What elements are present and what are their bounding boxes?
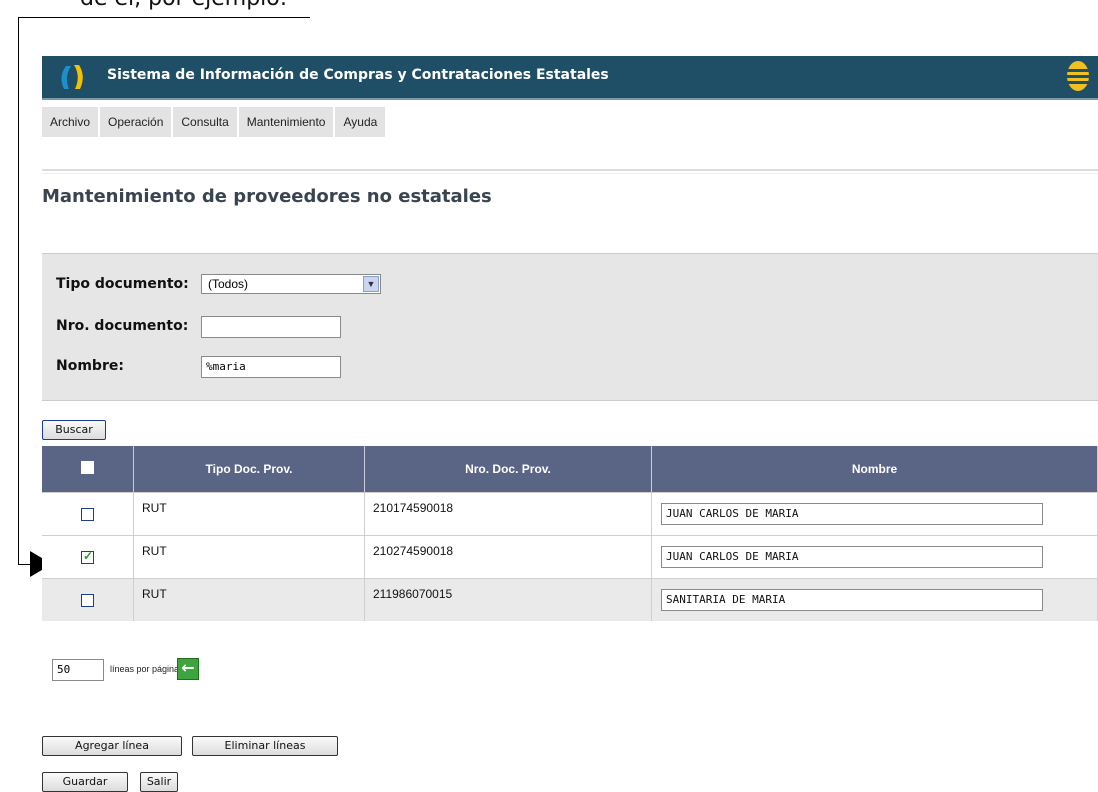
- buscar-button[interactable]: Buscar: [42, 420, 106, 440]
- nombre-cell: JUAN CARLOS DE MARIA: [651, 535, 1098, 579]
- agregar-linea-button[interactable]: Agregar línea: [42, 736, 182, 756]
- menu-ayuda[interactable]: Ayuda: [335, 107, 386, 137]
- row-checkbox-checked[interactable]: ✓: [81, 549, 94, 564]
- nombre-row-input[interactable]: SANITARIA DE MARIA: [661, 589, 1043, 611]
- checkmark-icon: ✓: [83, 549, 94, 563]
- row-select-cell: [42, 492, 134, 536]
- menu-consulta[interactable]: Consulta: [173, 107, 237, 137]
- app-logo-icon: [61, 65, 83, 89]
- nombre-header: Nombre: [651, 446, 1098, 493]
- lines-per-page-input[interactable]: 50: [52, 659, 104, 681]
- table-row: RUT 211986070015 SANITARIA DE MARIA: [42, 578, 1098, 621]
- lines-per-page-label: líneas por página: [110, 664, 180, 674]
- globe-icon: [1067, 61, 1089, 91]
- annotation-line-vertical: [18, 17, 19, 565]
- divider-secondary: [42, 173, 1098, 174]
- nombre-cell: JUAN CARLOS DE MARIA: [651, 492, 1098, 536]
- tipo-cell: RUT: [133, 535, 365, 579]
- nro-value: 210174590018: [373, 501, 454, 515]
- row-checkbox[interactable]: [81, 594, 94, 607]
- nombre-input[interactable]: %maria: [201, 356, 341, 378]
- nro-value: 211986070015: [373, 587, 453, 601]
- tipo-documento-label: Tipo documento:: [56, 276, 189, 292]
- nro-value: 210274590018: [373, 544, 454, 558]
- document-caption: de él, por ejemplo:: [80, 0, 287, 11]
- app-header: Sistema de Información de Compras y Cont…: [42, 56, 1098, 100]
- nro-doc-header: Nro. Doc. Prov.: [364, 446, 652, 493]
- table-row: RUT 210174590018 JUAN CARLOS DE MARIA: [42, 492, 1098, 536]
- divider: [42, 169, 1098, 171]
- eliminar-lineas-button[interactable]: Eliminar líneas: [192, 736, 338, 756]
- app-title: Sistema de Información de Compras y Cont…: [107, 67, 609, 83]
- row-select-cell: ✓: [42, 535, 134, 579]
- select-all-checkbox[interactable]: [81, 461, 94, 474]
- tipo-value: RUT: [142, 587, 167, 601]
- guardar-button[interactable]: Guardar: [42, 772, 128, 792]
- menu-mantenimiento[interactable]: Mantenimiento: [238, 107, 334, 137]
- tipo-cell: RUT: [133, 578, 365, 621]
- menu-bar: Archivo Operación Consulta Mantenimiento…: [42, 107, 387, 137]
- tipo-value: RUT: [142, 501, 167, 515]
- nombre-cell: SANITARIA DE MARIA: [651, 578, 1098, 621]
- menu-archivo[interactable]: Archivo: [42, 107, 99, 137]
- row-checkbox[interactable]: [81, 508, 94, 521]
- salir-button[interactable]: Salir: [140, 772, 178, 792]
- nro-cell: 211986070015: [364, 578, 652, 621]
- annotation-line-top: [18, 17, 310, 18]
- nombre-row-input[interactable]: JUAN CARLOS DE MARIA: [661, 503, 1043, 525]
- page-title: Mantenimiento de proveedores no estatale…: [42, 186, 492, 207]
- nro-cell: 210174590018: [364, 492, 652, 536]
- filter-panel: Tipo documento: (Todos) ▼ Nro. documento…: [42, 253, 1098, 401]
- tipo-value: RUT: [142, 544, 167, 558]
- chevron-down-icon[interactable]: ▼: [363, 276, 379, 292]
- nombre-row-input[interactable]: JUAN CARLOS DE MARIA: [661, 546, 1043, 568]
- table-row: ✓ RUT 210274590018 JUAN CARLOS DE MARIA: [42, 535, 1098, 579]
- row-select-cell: [42, 578, 134, 621]
- menu-operacion[interactable]: Operación: [100, 107, 172, 137]
- arrow-left-icon[interactable]: ←: [177, 658, 199, 680]
- tipo-documento-select[interactable]: (Todos) ▼: [201, 274, 381, 294]
- tipo-documento-value: (Todos): [208, 277, 249, 291]
- nro-documento-label: Nro. documento:: [56, 318, 189, 334]
- nombre-label: Nombre:: [56, 358, 124, 374]
- select-all-header: [42, 446, 134, 493]
- tipo-cell: RUT: [133, 492, 365, 536]
- nro-documento-input[interactable]: [201, 316, 341, 338]
- table-header-row: Tipo Doc. Prov. Nro. Doc. Prov. Nombre: [42, 446, 1098, 493]
- nro-cell: 210274590018: [364, 535, 652, 579]
- tipo-doc-header: Tipo Doc. Prov.: [133, 446, 365, 493]
- results-table: Tipo Doc. Prov. Nro. Doc. Prov. Nombre R…: [42, 446, 1098, 621]
